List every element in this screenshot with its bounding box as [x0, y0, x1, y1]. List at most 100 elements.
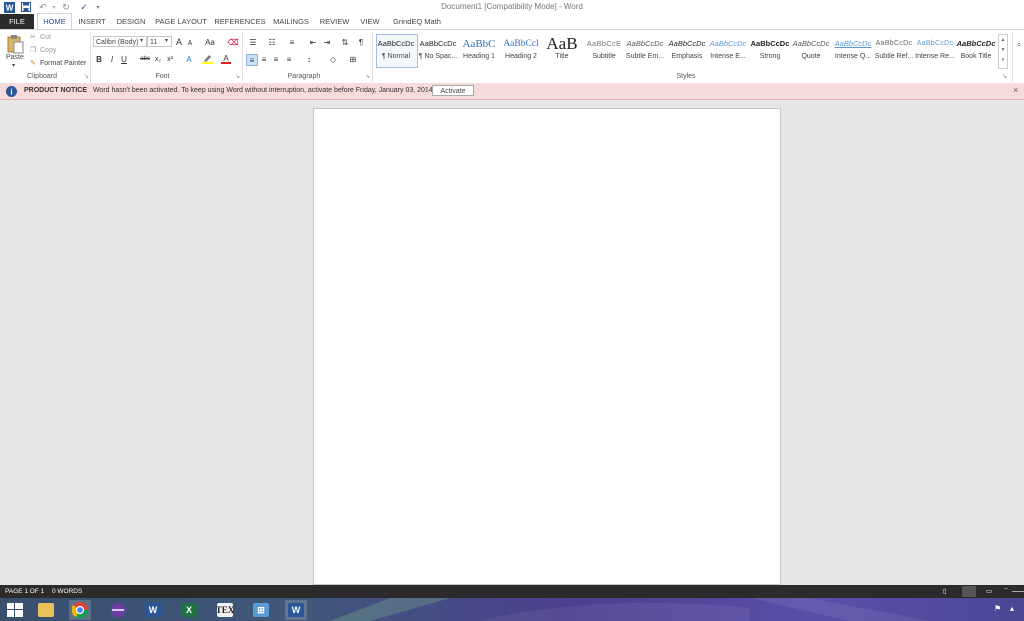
- clipboard-icon[interactable]: [6, 34, 24, 54]
- style-strong[interactable]: AaBbCcDc Strong: [750, 35, 790, 65]
- style-no-spacing[interactable]: AaBbCcDc ¶ No Spac...: [418, 35, 458, 65]
- app-circle-icon[interactable]: [107, 600, 129, 620]
- zoom-slider[interactable]: [1012, 591, 1024, 592]
- notice-label: PRODUCT NOTICE: [24, 87, 87, 94]
- zoom-out-icon[interactable]: −: [1004, 586, 1008, 593]
- tab-home[interactable]: HOME: [37, 13, 72, 30]
- tex-icon[interactable]: TEX: [214, 600, 236, 620]
- copy-icon: ❐: [30, 47, 37, 54]
- format-painter-icon: ✎: [30, 60, 36, 67]
- superscript-button[interactable]: x²: [165, 54, 175, 64]
- clear-formatting-icon[interactable]: ⌫: [227, 37, 239, 47]
- strikethrough-button[interactable]: abc: [139, 54, 151, 64]
- word-count[interactable]: 0 WORDS: [52, 588, 82, 595]
- find-icon[interactable]: ⌕: [1014, 40, 1024, 50]
- style-intense-quote[interactable]: AaBbCcDc Intense Q...: [833, 35, 873, 65]
- style-intense-emphasis[interactable]: AaBbCcDc Intense E...: [708, 35, 748, 65]
- styles-launcher-icon[interactable]: ↘: [1002, 73, 1007, 80]
- format-painter-button[interactable]: Format Painter: [40, 60, 86, 67]
- show-marks-icon[interactable]: ¶: [356, 37, 366, 47]
- tab-references[interactable]: REFERENCES: [214, 14, 266, 29]
- style-normal[interactable]: AaBbCcDc ¶ Normal: [376, 35, 416, 65]
- page-count[interactable]: PAGE 1 OF 1: [5, 588, 44, 595]
- paste-button[interactable]: Paste: [6, 54, 24, 61]
- style-subtle-emphasis[interactable]: AaBbCcDc Subtle Em...: [625, 35, 665, 65]
- style-intense-reference[interactable]: AaBbCcDc Intense Re...: [915, 35, 955, 65]
- file-explorer-icon[interactable]: [35, 600, 57, 620]
- font-family-dropdown-icon[interactable]: ▾: [140, 37, 143, 44]
- justify-icon[interactable]: ≡: [284, 54, 294, 64]
- svg-text:A: A: [223, 54, 229, 63]
- shrink-font-button[interactable]: A: [185, 38, 195, 48]
- paragraph-group-label: Paragraph: [287, 73, 321, 80]
- paste-dropdown-icon[interactable]: ▾: [12, 62, 15, 69]
- clipboard-group-label: Clipboard: [27, 73, 57, 80]
- style-book-title[interactable]: AaBbCcDc Book Title: [956, 35, 996, 65]
- style-subtitle[interactable]: AaBbCcE Subtitle: [584, 35, 624, 65]
- grow-font-button[interactable]: A: [174, 37, 184, 47]
- style-title[interactable]: AaB Title: [542, 35, 582, 65]
- tab-view[interactable]: VIEW: [356, 14, 384, 29]
- web-layout-icon[interactable]: ▭: [986, 587, 992, 595]
- bullets-icon[interactable]: ☰: [246, 37, 260, 47]
- activate-button[interactable]: Activate: [432, 85, 474, 96]
- align-left-icon[interactable]: ≡: [246, 54, 258, 66]
- tab-grindeq-math[interactable]: GrindEQ Math: [389, 14, 445, 29]
- increase-indent-icon[interactable]: ⇥: [322, 37, 332, 47]
- product-notice-bar: i PRODUCT NOTICE Word hasn't been activa…: [0, 83, 1024, 100]
- flag-icon[interactable]: ⚑: [994, 604, 1001, 613]
- style-emphasis[interactable]: AaBbCcDc Emphasis: [667, 35, 707, 65]
- tab-page-layout[interactable]: PAGE LAYOUT: [153, 14, 209, 29]
- tab-mailings[interactable]: MAILINGS: [270, 14, 312, 29]
- font-color-icon[interactable]: A: [220, 54, 232, 64]
- text-effects-icon[interactable]: A: [183, 54, 195, 64]
- underline-button[interactable]: U: [119, 54, 129, 64]
- print-layout-icon[interactable]: [962, 586, 976, 597]
- notice-message: Word hasn't been activated. To keep usin…: [92, 87, 435, 94]
- style-heading-1[interactable]: AaBbC Heading 1: [459, 35, 499, 65]
- sort-icon[interactable]: ⇅: [340, 37, 350, 47]
- bold-button[interactable]: B: [94, 54, 104, 64]
- font-launcher-icon[interactable]: ↘: [235, 73, 240, 80]
- borders-icon[interactable]: ⊞: [346, 54, 360, 64]
- window-title: Document1 [Compatibility Mode] - Word: [441, 2, 583, 11]
- cut-icon: ✂: [30, 34, 36, 41]
- tab-design[interactable]: DESIGN: [113, 14, 149, 29]
- tray-arrow-icon[interactable]: ▴: [1010, 604, 1014, 613]
- italic-button[interactable]: I: [107, 54, 117, 64]
- styles-scroll[interactable]: ▲ ▼ ▾: [998, 34, 1008, 69]
- document-page[interactable]: [313, 108, 781, 585]
- change-case-button[interactable]: Aa: [201, 37, 219, 47]
- ribbon-tabs: FILE HOME INSERT DESIGN PAGE LAYOUT REFE…: [0, 13, 1024, 30]
- tab-review[interactable]: REVIEW: [317, 14, 352, 29]
- shading-icon[interactable]: ◇: [326, 54, 340, 64]
- copy-button[interactable]: Copy: [40, 47, 56, 54]
- cut-button[interactable]: Cut: [40, 34, 51, 41]
- chrome-icon[interactable]: [69, 600, 91, 620]
- read-mode-icon[interactable]: ▯: [943, 587, 947, 595]
- font-size-dropdown-icon[interactable]: ▾: [165, 37, 168, 44]
- close-notice-icon[interactable]: ×: [1013, 85, 1018, 95]
- tab-file[interactable]: FILE: [0, 14, 34, 29]
- word-icon[interactable]: W: [142, 600, 164, 620]
- align-center-icon[interactable]: ≡: [259, 54, 269, 64]
- tab-insert[interactable]: INSERT: [74, 14, 110, 29]
- paragraph-launcher-icon[interactable]: ↘: [365, 73, 370, 80]
- decrease-indent-icon[interactable]: ⇤: [308, 37, 318, 47]
- style-subtle-reference[interactable]: AaBbCcDc Subtle Ref...: [874, 35, 914, 65]
- clipboard-launcher-icon[interactable]: ↘: [84, 73, 89, 80]
- align-right-icon[interactable]: ≡: [271, 54, 281, 64]
- line-spacing-icon[interactable]: ↕: [302, 54, 316, 64]
- start-icon[interactable]: [4, 600, 26, 620]
- word-active-icon[interactable]: W: [285, 600, 307, 620]
- subscript-button[interactable]: x₂: [153, 54, 163, 64]
- font-family-select[interactable]: Calibri (Body): [93, 36, 147, 47]
- highlight-icon[interactable]: [201, 54, 213, 64]
- style-quote[interactable]: AaBbCcDc Quote: [791, 35, 831, 65]
- network-icon[interactable]: ⊞: [250, 600, 272, 620]
- multilevel-list-icon[interactable]: ≡: [285, 37, 299, 47]
- style-heading-2[interactable]: AaBbCcl Heading 2: [501, 35, 541, 65]
- excel-icon[interactable]: X: [178, 600, 200, 620]
- numbering-icon[interactable]: ☷: [265, 37, 279, 47]
- font-size-select[interactable]: 11: [147, 36, 172, 47]
